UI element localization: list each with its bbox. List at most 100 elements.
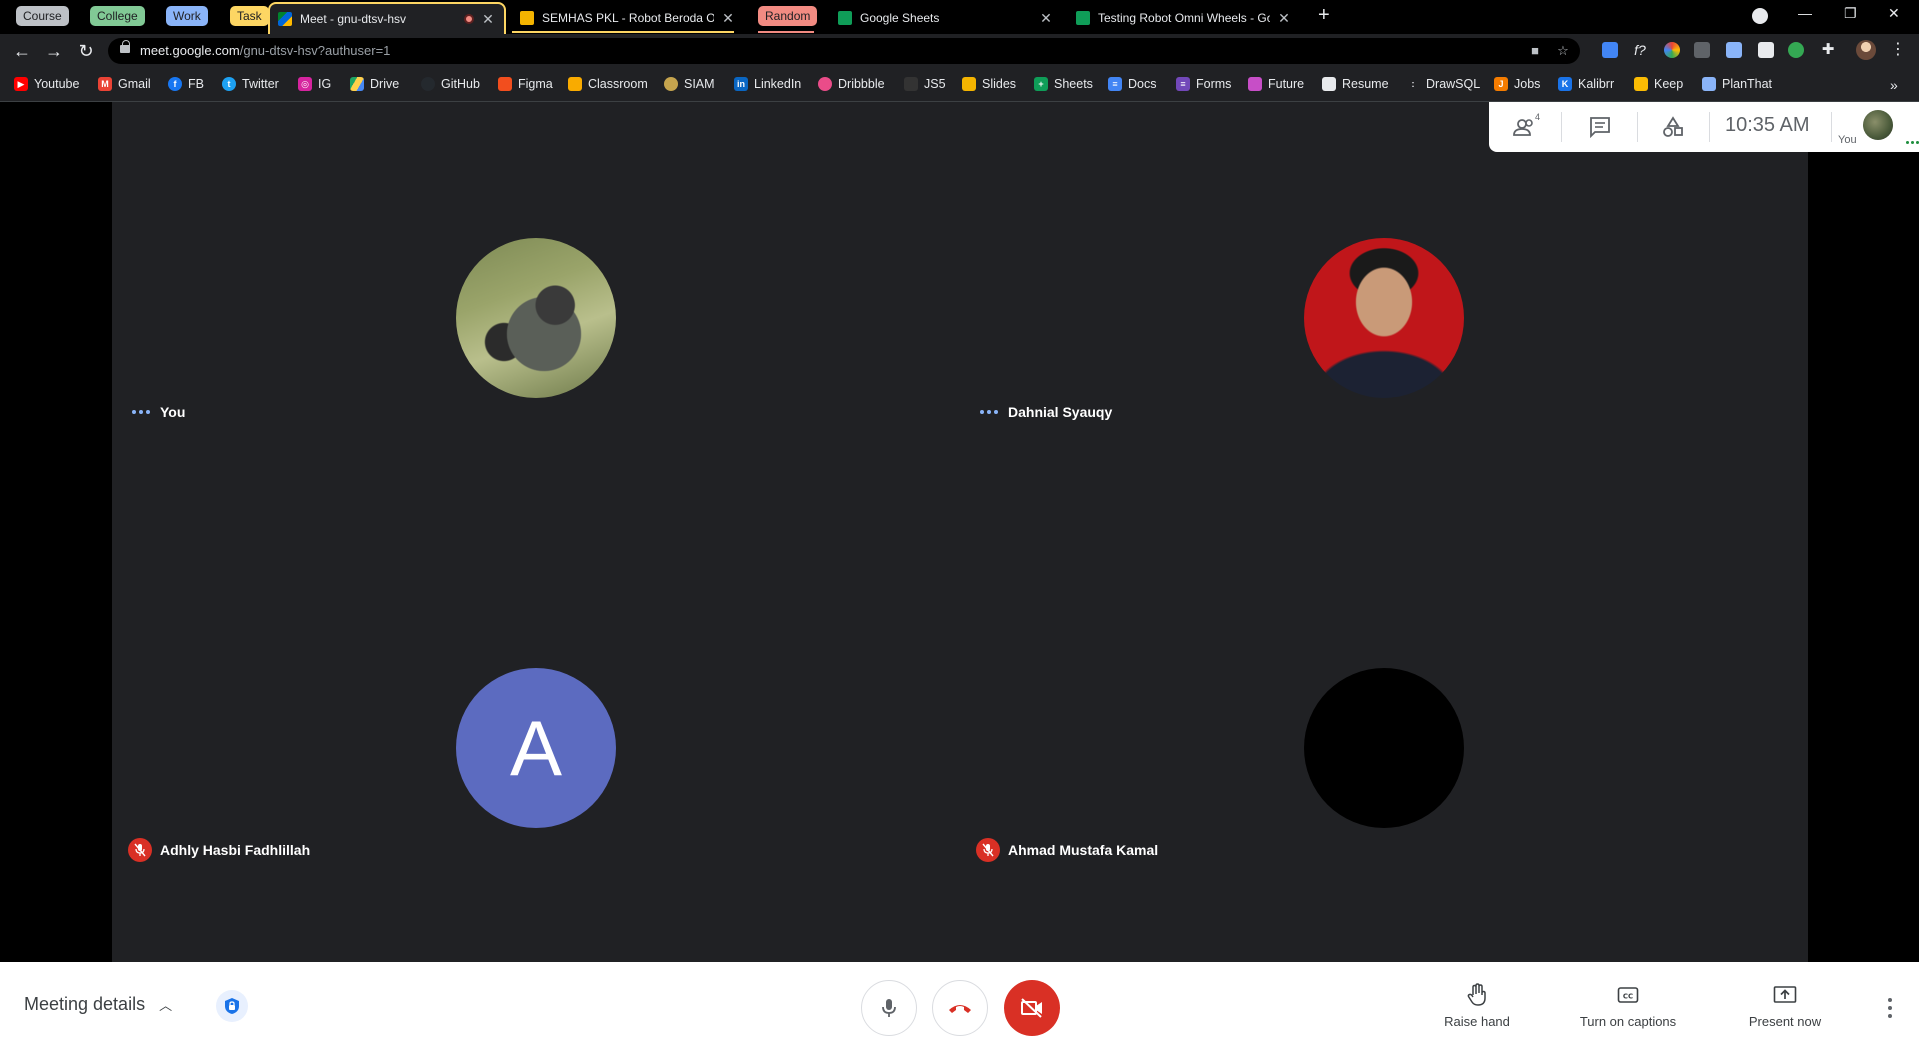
meeting-details-button[interactable]: Meeting details ︿ <box>24 994 172 1015</box>
meet-favicon-icon <box>278 12 292 26</box>
audio-activity-icon <box>980 410 998 414</box>
tab-group-college[interactable]: College <box>90 6 145 26</box>
participants-button[interactable]: 4 <box>1513 112 1540 138</box>
host-controls-button[interactable] <box>216 990 248 1022</box>
bookmark-label: PlanThat <box>1722 77 1773 91</box>
bookmark-github[interactable]: GitHub <box>421 77 480 91</box>
participant-avatar-photo <box>456 238 616 398</box>
tab-group-random[interactable]: Random <box>758 6 818 26</box>
more-bookmarks-icon[interactable]: » <box>1890 77 1898 93</box>
participant-tile-you[interactable]: You <box>112 102 960 532</box>
bookmark-fb[interactable]: f FB <box>168 77 204 91</box>
bookmark-label: Slides <box>982 77 1017 91</box>
minimize-icon[interactable]: — <box>1798 5 1812 21</box>
camera-in-use-icon[interactable]: ■ <box>1528 44 1542 58</box>
bookmark-sheets[interactable]: + Sheets <box>1034 77 1093 91</box>
bookmark-planthat[interactable]: PlanThat <box>1702 77 1772 91</box>
youtube-icon: ▶ <box>14 77 28 91</box>
back-icon[interactable]: ← <box>12 41 32 61</box>
bookmark-kalibrr[interactable]: K Kalibrr <box>1558 77 1614 91</box>
bookmark-star-icon[interactable]: ☆ <box>1556 44 1570 58</box>
bookmark-keep[interactable]: Keep <box>1634 77 1683 91</box>
camera-toggle-button[interactable] <box>1004 980 1060 1036</box>
bookmark-label: SIAM <box>684 77 715 91</box>
sync-extension-icon[interactable] <box>1788 42 1804 58</box>
divider <box>1831 112 1832 142</box>
self-view-label: You <box>1838 134 1857 146</box>
reload-icon[interactable]: ↻ <box>76 41 96 61</box>
tab-testing-robot[interactable]: Testing Robot Omni Wheels - Go ✕ <box>1068 2 1300 34</box>
participant-tile-adhly[interactable]: A Adhly Hasbi Fadhlillah <box>112 532 960 962</box>
bookmark-classroom[interactable]: Classroom <box>568 77 648 91</box>
tab-close-icon[interactable]: ✕ <box>1038 10 1054 27</box>
tab-google-sheets[interactable]: Google Sheets ✕ <box>830 2 1062 34</box>
participant-name-label: Ahmad Mustafa Kamal <box>968 838 1158 862</box>
recording-indicator-icon <box>464 14 474 24</box>
docs-extension-icon[interactable] <box>1726 42 1742 58</box>
participant-tile-dahnial[interactable]: Dahnial Syauqy <box>960 102 1808 532</box>
docs-icon: ≡ <box>1108 77 1122 91</box>
chat-button[interactable] <box>1589 116 1615 139</box>
tab-group-course[interactable]: Course <box>16 6 69 26</box>
bookmark-siam[interactable]: SIAM <box>664 77 715 91</box>
participant-name: Dahnial Syauqy <box>1008 404 1113 420</box>
mic-off-icon <box>128 838 152 862</box>
activities-button[interactable] <box>1661 116 1687 138</box>
bookmark-drawsql[interactable]: : DrawSQL <box>1406 77 1480 91</box>
tab-group-work[interactable]: Work <box>166 6 208 26</box>
bookmark-jobs[interactable]: J Jobs <box>1494 77 1540 91</box>
tab-group-task[interactable]: Task <box>230 6 269 26</box>
bookmark-docs[interactable]: ≡ Docs <box>1108 77 1156 91</box>
participant-avatar-letter: A <box>456 668 616 828</box>
siam-icon <box>664 77 678 91</box>
reader-extension-icon[interactable] <box>1758 42 1774 58</box>
microphone-button[interactable] <box>861 980 917 1036</box>
window-close-icon[interactable]: ✕ <box>1888 5 1900 22</box>
address-bar[interactable]: meet.google.com/gnu-dtsv-hsv?authuser=1 … <box>108 38 1580 64</box>
shapes-icon <box>1663 116 1683 137</box>
bookmark-linkedin[interactable]: in LinkedIn <box>734 77 801 91</box>
leave-call-button[interactable] <box>932 980 988 1036</box>
bookmark-gmail[interactable]: M Gmail <box>98 77 151 91</box>
twitter-icon: t <box>222 77 236 91</box>
bookmark-js5[interactable]: JS5 <box>904 77 946 91</box>
tab-close-icon[interactable]: ✕ <box>720 10 736 27</box>
bookmark-ig[interactable]: ◎ IG <box>298 77 331 91</box>
drawsql-icon: : <box>1406 77 1420 91</box>
participant-name-label: You <box>120 404 185 420</box>
present-now-button[interactable]: Present now <box>1738 982 1832 1029</box>
bookmark-forms[interactable]: ≡ Forms <box>1176 77 1231 91</box>
chrome-menu-icon[interactable]: ⋮ <box>1890 42 1906 58</box>
bookmark-future[interactable]: Future <box>1248 77 1304 91</box>
self-view-thumbnail[interactable] <box>1863 110 1893 140</box>
tab-semhas[interactable]: SEMHAS PKL - Robot Beroda Om ✕ <box>512 2 744 34</box>
tab-close-icon[interactable]: ✕ <box>1276 10 1292 27</box>
participant-tile-ahmad[interactable]: Ahmad Mustafa Kamal <box>960 532 1808 962</box>
translate-extension-icon[interactable] <box>1602 42 1618 58</box>
bookmark-twitter[interactable]: t Twitter <box>222 77 279 91</box>
new-tab-icon[interactable]: + <box>1318 4 1330 27</box>
bookmark-slides[interactable]: Slides <box>962 77 1016 91</box>
bookmark-youtube[interactable]: ▶ Youtube <box>14 77 79 91</box>
more-options-icon[interactable] <box>1880 996 1900 1020</box>
forward-icon[interactable]: → <box>44 41 64 61</box>
color-picker-extension-icon[interactable] <box>1664 42 1680 58</box>
bookmark-dribbble[interactable]: Dribbble <box>818 77 885 91</box>
bookmark-resume[interactable]: Resume <box>1322 77 1389 91</box>
participant-name: Adhly Hasbi Fadhlillah <box>160 842 311 858</box>
extensions-puzzle-icon[interactable]: ✚ <box>1820 42 1836 58</box>
bookmark-drive[interactable]: Drive <box>350 77 399 91</box>
restore-icon[interactable]: ❐ <box>1844 5 1857 22</box>
formula-extension-icon[interactable]: f? <box>1632 42 1648 58</box>
jobs-icon: J <box>1494 77 1508 91</box>
raise-hand-button[interactable]: Raise hand <box>1432 982 1522 1029</box>
captions-button[interactable]: CC Turn on captions <box>1566 982 1690 1029</box>
profile-avatar-icon[interactable] <box>1856 40 1876 60</box>
tab-meet[interactable]: Meet - gnu-dtsv-hsv ✕ <box>268 2 506 34</box>
profile-menu-icon[interactable] <box>1752 8 1768 24</box>
robot-extension-icon[interactable] <box>1694 42 1710 58</box>
tab-title: Testing Robot Omni Wheels - Go <box>1098 11 1270 25</box>
tab-close-icon[interactable]: ✕ <box>480 11 496 28</box>
tab-group-underline <box>758 31 814 33</box>
bookmark-figma[interactable]: Figma <box>498 77 553 91</box>
